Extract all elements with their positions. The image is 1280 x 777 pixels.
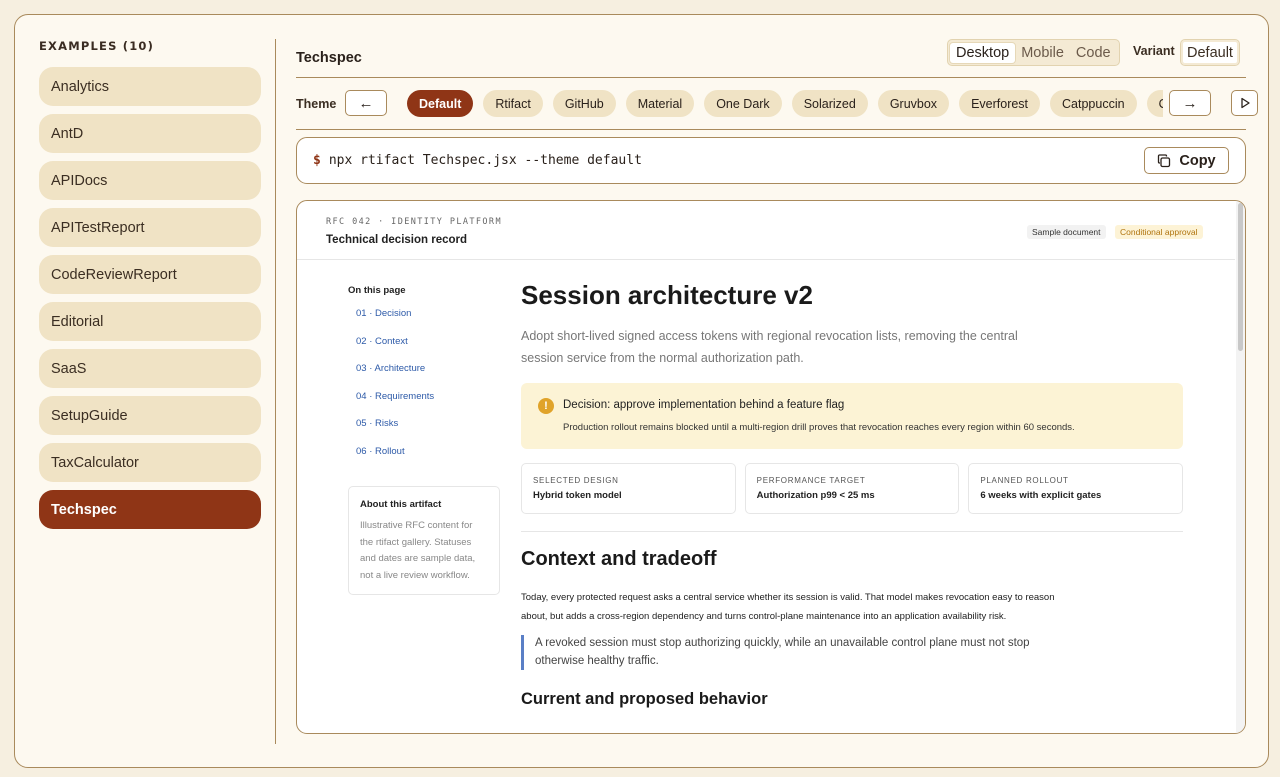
variant-select[interactable]: Default: [1180, 39, 1240, 66]
theme-chip-one-dark[interactable]: One Dark: [704, 90, 782, 117]
theme-chip-github[interactable]: GitHub: [552, 90, 616, 117]
copy-label: Copy: [1179, 152, 1216, 169]
rfc-code: RFC 042 · IDENTITY PLATFORM: [326, 217, 502, 227]
about-card: About this artifact Illustrative RFC con…: [348, 486, 500, 595]
command-bar: $ npx rtifact Techspec.jsx --theme defau…: [296, 137, 1246, 184]
main-header: Techspec Desktop Mobile Code Variant Def…: [296, 39, 1246, 77]
play-icon: [1240, 97, 1250, 109]
preview-pane: RFC 042 · IDENTITY PLATFORM Technical de…: [296, 200, 1246, 734]
doc-header: RFC 042 · IDENTITY PLATFORM Technical de…: [297, 201, 1235, 260]
view-mobile-button[interactable]: Mobile: [1015, 43, 1070, 63]
sample-badge: Sample document: [1027, 225, 1106, 239]
toc-link-risks[interactable]: 05 · Risks: [348, 418, 503, 446]
stat-label: PLANNED ROLLOUT: [980, 476, 1069, 485]
theme-play-button[interactable]: [1231, 90, 1258, 116]
theme-prev-button[interactable]: ←: [345, 90, 387, 116]
theme-next-button[interactable]: →: [1169, 90, 1211, 116]
toc-link-decision[interactable]: 01 · Decision: [348, 308, 503, 336]
sidebar-item-taxcalculator[interactable]: TaxCalculator: [39, 443, 261, 482]
copy-icon: [1158, 153, 1171, 167]
sidebar-item-saas[interactable]: SaaS: [39, 349, 261, 388]
page-title: Techspec: [296, 50, 362, 66]
sidebar-item-apitestreport[interactable]: APITestReport: [39, 208, 261, 247]
doc-lede: Adopt short-lived signed access tokens w…: [521, 329, 1018, 365]
arrow-left-icon: ←: [358, 94, 374, 112]
about-title: About this artifact: [360, 499, 442, 510]
sidebar-item-codereviewreport[interactable]: CodeReviewReport: [39, 255, 261, 294]
warning-icon: !: [538, 398, 554, 414]
scroll-thumb[interactable]: [1238, 203, 1243, 351]
copy-button[interactable]: Copy: [1144, 147, 1229, 174]
stat-value: Hybrid token model: [533, 490, 622, 501]
preview-scrollbar[interactable]: [1236, 201, 1245, 733]
context-paragraph: Today, every protected request asks a ce…: [521, 592, 1055, 622]
theme-chip-list: Default Rtifact GitHub Material One Dark…: [407, 90, 1163, 118]
rfc-title: Technical decision record: [326, 234, 468, 246]
stat-value: 6 weeks with explicit gates: [980, 490, 1102, 501]
stat-label: SELECTED DESIGN: [533, 476, 619, 485]
arrow-right-icon: →: [1182, 94, 1198, 112]
sidebar-item-techspec[interactable]: Techspec: [39, 490, 261, 529]
about-text: Illustrative RFC content for the rtifact…: [360, 520, 476, 581]
table-of-contents: On this page 01 · Decision 02 · Context …: [348, 285, 503, 473]
theme-chip-rtifact[interactable]: Rtifact: [483, 90, 543, 117]
theme-label: Theme: [296, 97, 337, 111]
doc-title: Session architecture v2: [521, 280, 813, 310]
theme-bar: Theme ← Default Rtifact GitHub Material …: [296, 78, 1258, 129]
view-desktop-button[interactable]: Desktop: [950, 42, 1016, 63]
view-mode-switch: Desktop Mobile Code: [947, 39, 1120, 66]
stat-cards: SELECTED DESIGN Hybrid token model PERFO…: [521, 463, 1184, 514]
sidebar-divider: [275, 39, 276, 744]
toc-title: On this page: [348, 285, 406, 296]
doc-content: Session architecture v2 Adopt short-live…: [521, 280, 1184, 709]
toc-link-requirements[interactable]: 04 · Requirements: [348, 391, 503, 419]
theme-chip-default[interactable]: Default: [407, 90, 474, 117]
theme-divider: [296, 129, 1246, 130]
section-divider: [521, 531, 1183, 532]
stat-card-performance: PERFORMANCE TARGET Authorization p99 < 2…: [744, 463, 960, 514]
sidebar-item-editorial[interactable]: Editorial: [39, 302, 261, 341]
stat-card-rollout: PLANNED ROLLOUT 6 weeks with explicit ga…: [968, 463, 1184, 514]
variant-label: Variant: [1133, 44, 1175, 58]
theme-chip-material[interactable]: Material: [625, 90, 695, 117]
sidebar-item-apidocs[interactable]: APIDocs: [39, 161, 261, 200]
decision-callout: ! Decision: approve implementation behin…: [521, 383, 1183, 449]
section-heading-context: Context and tradeoff: [521, 548, 717, 570]
main-panel: Techspec Desktop Mobile Code Variant Def…: [296, 39, 1258, 130]
stat-label: PERFORMANCE TARGET: [756, 476, 866, 485]
stat-value: Authorization p99 < 25 ms: [756, 490, 875, 501]
toc-link-context[interactable]: 02 · Context: [348, 336, 503, 364]
stat-card-design: SELECTED DESIGN Hybrid token model: [521, 463, 736, 514]
sidebar-title: EXAMPLES (10): [39, 39, 155, 53]
theme-chip-obsidian[interactable]: Obsidian: [1146, 90, 1163, 117]
sidebar-item-analytics[interactable]: Analytics: [39, 67, 261, 106]
view-code-button[interactable]: Code: [1070, 43, 1117, 63]
sidebar-item-setupguide[interactable]: SetupGuide: [39, 396, 261, 435]
callout-text: Production rollout remains blocked until…: [563, 422, 1075, 433]
section-heading-behavior: Current and proposed behavior: [521, 690, 768, 708]
theme-chip-gruvbox[interactable]: Gruvbox: [877, 90, 950, 117]
status-badge: Conditional approval: [1115, 225, 1203, 239]
examples-sidebar: EXAMPLES (10) Analytics AntD APIDocs API…: [39, 39, 261, 537]
theme-chip-solarized[interactable]: Solarized: [791, 90, 868, 117]
command-prompt: $: [313, 153, 321, 168]
command-text: npx rtifact Techspec.jsx --theme default: [328, 153, 642, 168]
context-quote: A revoked session must stop authorizing …: [521, 635, 1031, 670]
callout-title: Decision: approve implementation behind …: [563, 399, 845, 411]
theme-chip-everforest[interactable]: Everforest: [959, 90, 1041, 117]
toc-link-rollout[interactable]: 06 · Rollout: [348, 446, 503, 474]
theme-chip-catppuccin[interactable]: Catppuccin: [1050, 90, 1137, 117]
app-frame: EXAMPLES (10) Analytics AntD APIDocs API…: [14, 14, 1269, 768]
sidebar-item-antd[interactable]: AntD: [39, 114, 261, 153]
toc-link-architecture[interactable]: 03 · Architecture: [348, 363, 503, 391]
